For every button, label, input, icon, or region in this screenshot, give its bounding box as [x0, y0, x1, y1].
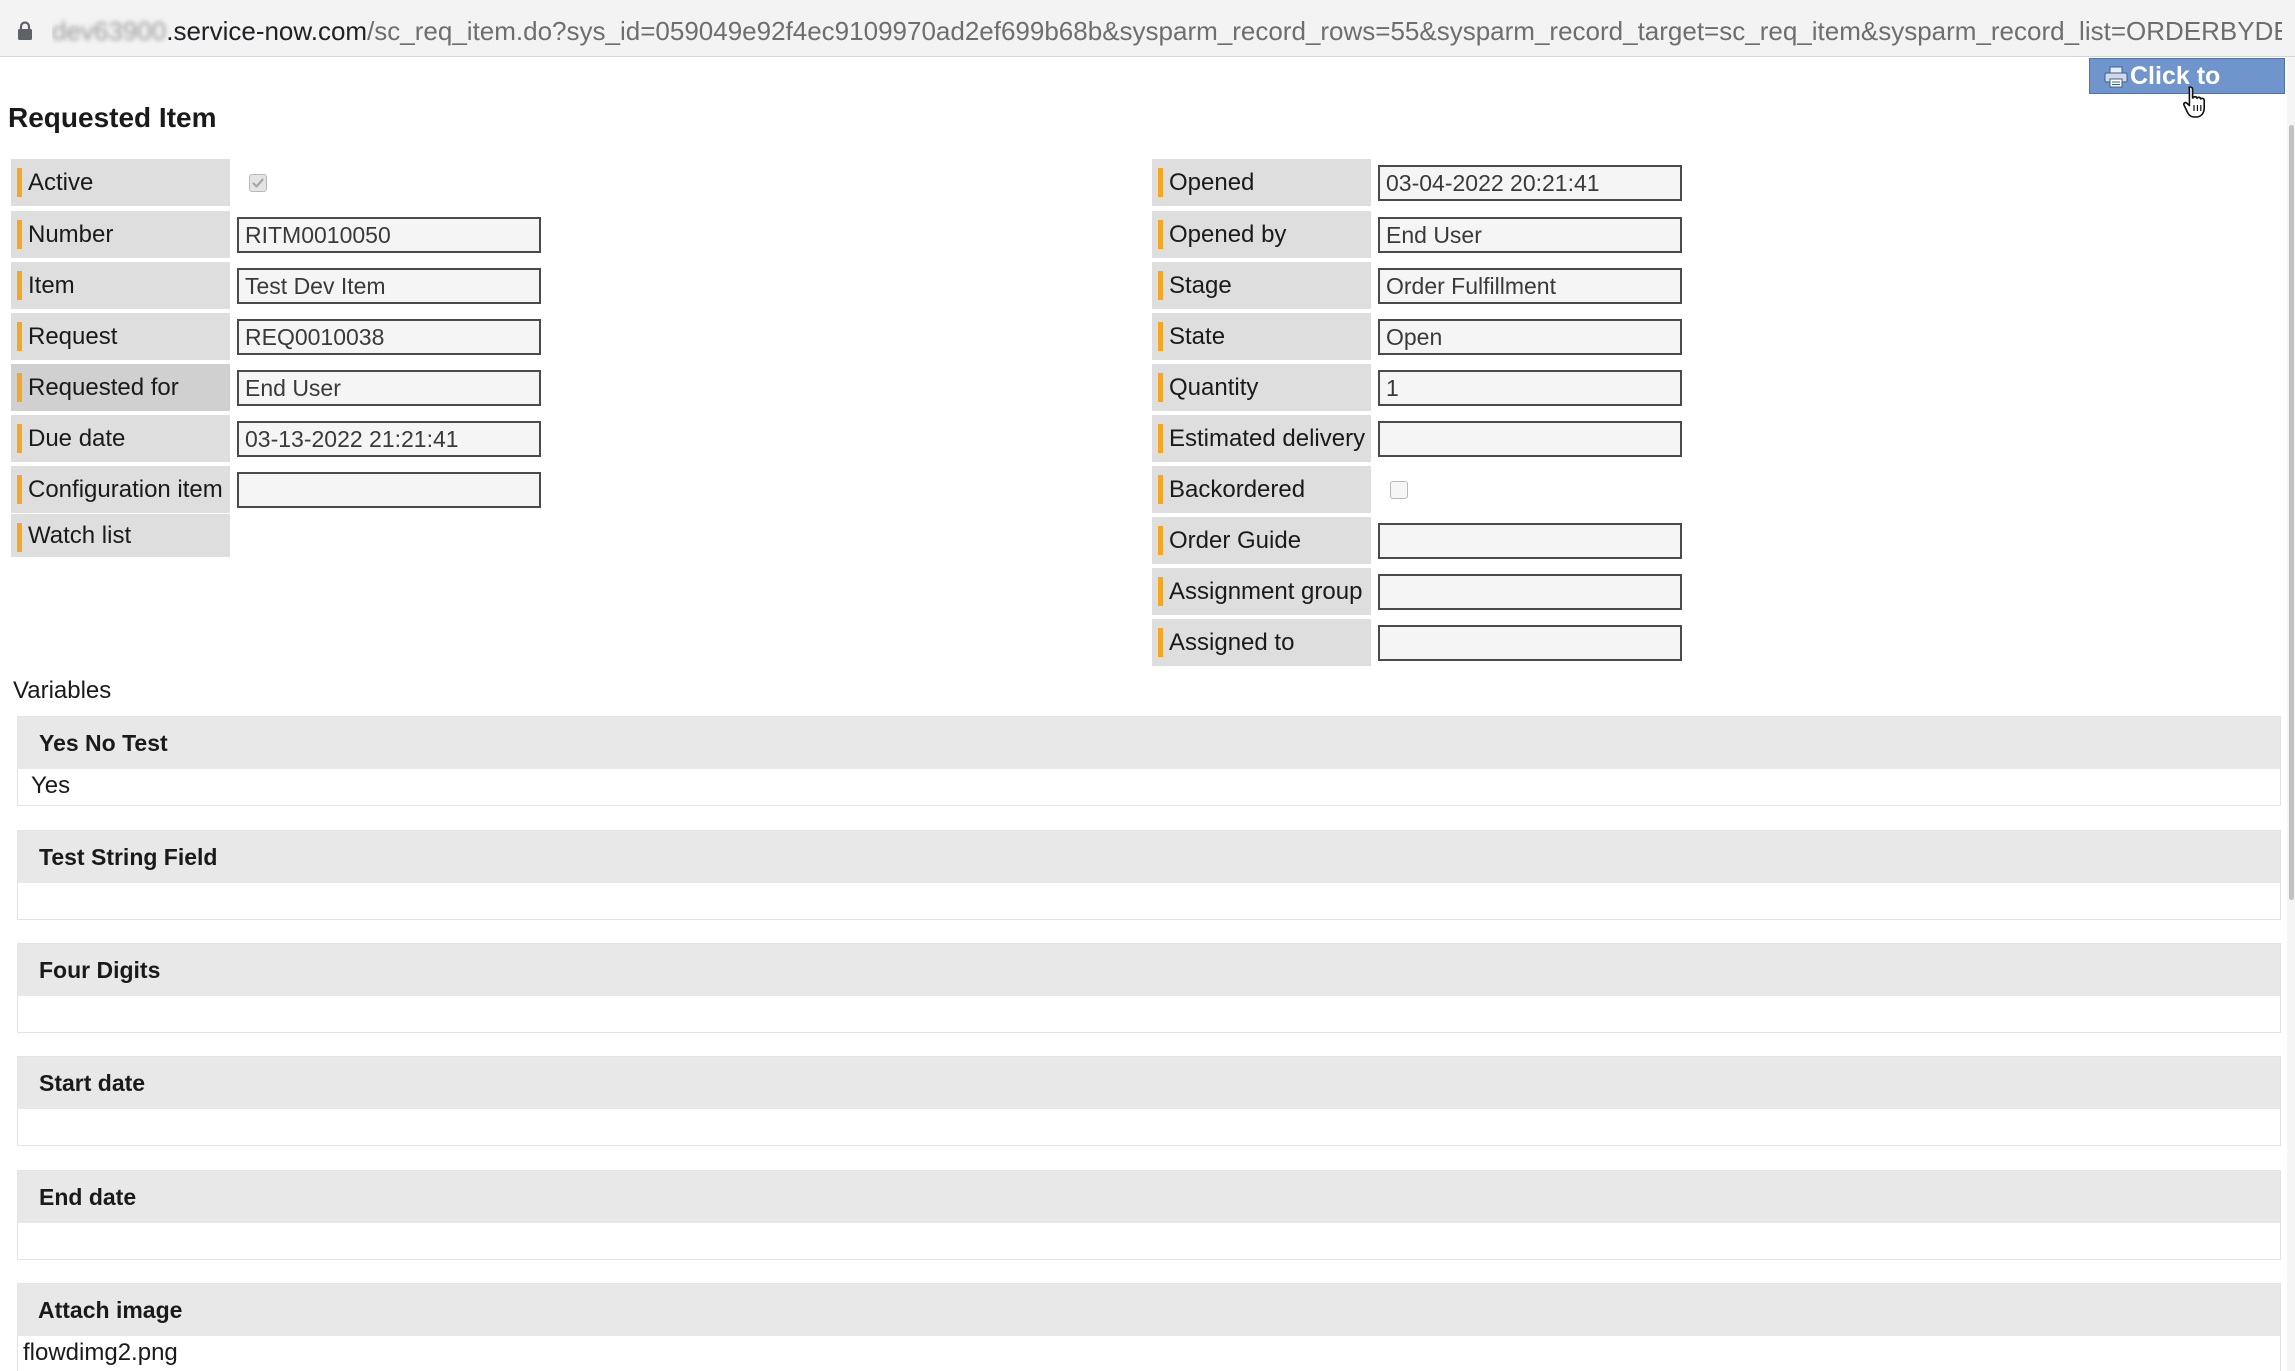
variable-block: Yes No Test Yes [17, 716, 2281, 806]
variable-label: Attach image [18, 1284, 2280, 1336]
label-number: Number [11, 211, 230, 258]
variable-label: End date [18, 1171, 2280, 1223]
requested-for-field[interactable] [237, 370, 541, 406]
item-field[interactable] [237, 268, 541, 304]
label-active: Active [11, 159, 230, 206]
lock-icon [18, 21, 32, 40]
label-assignment-group: Assignment group [1152, 568, 1371, 615]
label-configuration-item: Configuration item [11, 466, 230, 513]
variable-label: Test String Field [18, 831, 2280, 883]
request-field[interactable] [237, 319, 541, 355]
label-estimated-delivery: Estimated delivery [1152, 415, 1371, 462]
variables-heading: Variables [13, 677, 112, 704]
label-state: State [1152, 313, 1371, 360]
label-quantity: Quantity [1152, 364, 1371, 411]
variable-block: End date [17, 1170, 2281, 1260]
opened-by-field[interactable] [1378, 217, 1682, 253]
variable-label: Four Digits [18, 944, 2280, 996]
variable-value[interactable]: flowdimg2.png [23, 1338, 178, 1368]
url-host-obscured: dev63900 [52, 16, 167, 46]
variable-block: Four Digits [17, 943, 2281, 1033]
due-date-field[interactable] [237, 421, 541, 457]
backordered-checkbox[interactable] [1390, 481, 1408, 499]
assignment-group-field[interactable] [1378, 574, 1682, 610]
variable-value: Yes [31, 772, 71, 799]
variable-label: Start date [18, 1057, 2280, 1109]
estimated-delivery-field[interactable] [1378, 421, 1682, 457]
variable-block: Test String Field [17, 830, 2281, 920]
order-guide-field[interactable] [1378, 523, 1682, 559]
browser-address-bar[interactable]: dev63900.service-now.com/sc_req_item.do?… [0, 0, 2295, 57]
label-request: Request [11, 313, 230, 360]
hand-cursor-icon [2183, 86, 2205, 118]
active-checkbox[interactable] [249, 174, 267, 192]
check-mark-icon [252, 178, 264, 188]
state-field[interactable] [1378, 319, 1682, 355]
label-stage: Stage [1152, 262, 1371, 309]
printer-icon [2104, 66, 2128, 88]
configuration-item-field[interactable] [237, 472, 541, 508]
url-text[interactable]: dev63900.service-now.com/sc_req_item.do?… [52, 14, 2282, 48]
label-order-guide: Order Guide [1152, 517, 1371, 564]
label-opened-by: Opened by [1152, 211, 1371, 258]
opened-field[interactable] [1378, 165, 1682, 201]
label-requested-for: Requested for [11, 364, 230, 411]
variable-block: Attach image flowdimg2.png [17, 1283, 2281, 1371]
label-assigned-to: Assigned to [1152, 619, 1371, 666]
scrollbar-thumb[interactable] [2289, 125, 2294, 900]
variable-label: Yes No Test [18, 717, 2280, 769]
label-opened: Opened [1152, 159, 1371, 206]
number-field[interactable] [237, 217, 541, 253]
label-item: Item [11, 262, 230, 309]
page-title: Requested Item [8, 102, 217, 133]
variable-block: Start date [17, 1056, 2281, 1146]
label-backordered: Backordered [1152, 466, 1371, 513]
label-watch-list: Watch list [11, 514, 230, 557]
stage-field[interactable] [1378, 268, 1682, 304]
url-host: .service-now.com [166, 16, 368, 46]
assigned-to-field[interactable] [1378, 625, 1682, 661]
quantity-field[interactable] [1378, 370, 1682, 406]
page-scrollbar[interactable] [2287, 57, 2295, 1371]
label-due-date: Due date [11, 415, 230, 462]
url-path: /sc_req_item.do?sys_id=059049e92f4ec9109… [367, 16, 2282, 46]
